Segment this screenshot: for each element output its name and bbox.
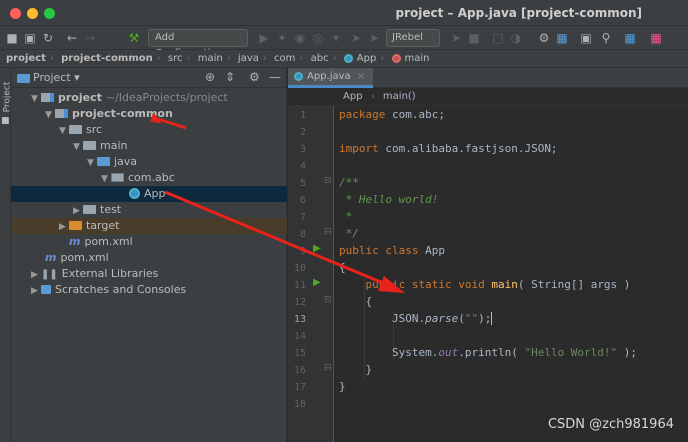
annotation-arrow-module: [150, 112, 187, 130]
watermark: CSDN @zch981964: [547, 417, 674, 432]
annotation-arrows: [150, 112, 405, 293]
annotation-arrow-app: [164, 190, 405, 293]
